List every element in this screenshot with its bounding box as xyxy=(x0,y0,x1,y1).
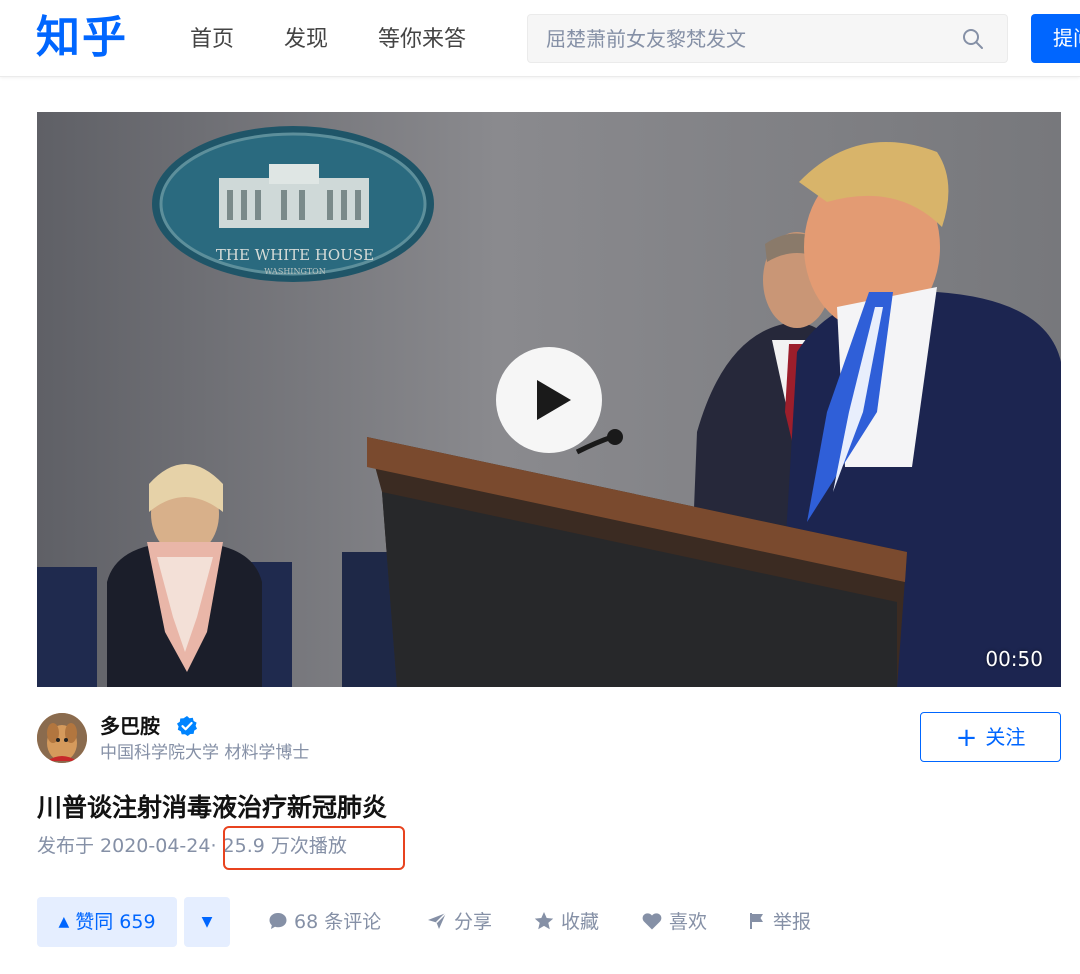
triangle-up-icon: ▲ xyxy=(58,914,70,930)
main-nav: 首页 发现 等你来答 xyxy=(190,24,516,56)
search-box xyxy=(527,14,1008,63)
vote-up-label: 赞同 659 xyxy=(75,911,156,933)
share-label: 分享 xyxy=(454,911,493,933)
plus-icon: + xyxy=(955,723,978,753)
video-player[interactable]: THE WHITE HOUSE WASHINGTON 00:50 xyxy=(37,112,1061,687)
collect-button[interactable]: 收藏 xyxy=(533,897,599,947)
share-icon xyxy=(428,912,447,929)
comment-button[interactable]: 68 条评论 xyxy=(268,897,381,947)
search-icon[interactable] xyxy=(961,27,985,51)
play-icon xyxy=(537,380,571,420)
ask-question-button[interactable]: 提问 xyxy=(1031,14,1080,63)
author-card: 多巴胺 中国科学院大学 材料学博士 + 关注 xyxy=(37,711,1061,767)
seal-subtext: WASHINGTON xyxy=(264,267,326,276)
seal-text: THE WHITE HOUSE xyxy=(216,246,374,264)
vote-down-button[interactable]: ▼ xyxy=(184,897,230,947)
like-button[interactable]: 喜欢 xyxy=(641,897,707,947)
star-icon xyxy=(534,912,554,930)
vote-up-button[interactable]: ▲ 赞同 659 xyxy=(37,897,177,947)
heart-icon xyxy=(642,913,662,930)
follow-label: 关注 xyxy=(985,725,1026,749)
play-button[interactable] xyxy=(496,347,602,453)
like-label: 喜欢 xyxy=(669,911,708,933)
nav-discover[interactable]: 发现 xyxy=(284,24,328,56)
author-name[interactable]: 多巴胺 xyxy=(100,713,160,739)
avatar[interactable] xyxy=(37,713,87,763)
video-duration: 00:50 xyxy=(985,647,1043,671)
flag-icon xyxy=(750,913,763,929)
triangle-down-icon: ▼ xyxy=(201,914,213,930)
share-button[interactable]: 分享 xyxy=(426,897,492,947)
avatar-image xyxy=(37,713,87,763)
nav-waiting-answers[interactable]: 等你来答 xyxy=(378,24,466,56)
collect-label: 收藏 xyxy=(561,911,600,933)
report-button[interactable]: 举报 xyxy=(747,897,811,947)
verified-icon xyxy=(177,716,197,736)
comment-label: 68 条评论 xyxy=(294,911,382,933)
action-bar: ▲ 赞同 659 ▼ 68 条评论 分享 收藏 喜欢 举报 xyxy=(37,897,1061,947)
publish-date: 发布于 2020-04-24 xyxy=(37,835,211,857)
zhihu-logo[interactable]: 知乎 xyxy=(36,6,128,70)
report-label: 举报 xyxy=(773,911,812,933)
video-title[interactable]: 川普谈注射消毒液治疗新冠肺炎 xyxy=(37,791,387,825)
view-count-highlight xyxy=(223,826,405,870)
nav-home[interactable]: 首页 xyxy=(190,24,234,56)
top-header: 知乎 首页 发现 等你来答 提问 xyxy=(0,0,1080,77)
search-input[interactable] xyxy=(546,15,946,62)
author-bio: 中国科学院大学 材料学博士 xyxy=(100,743,310,763)
follow-button[interactable]: + 关注 xyxy=(920,712,1061,762)
comment-icon xyxy=(269,913,287,929)
